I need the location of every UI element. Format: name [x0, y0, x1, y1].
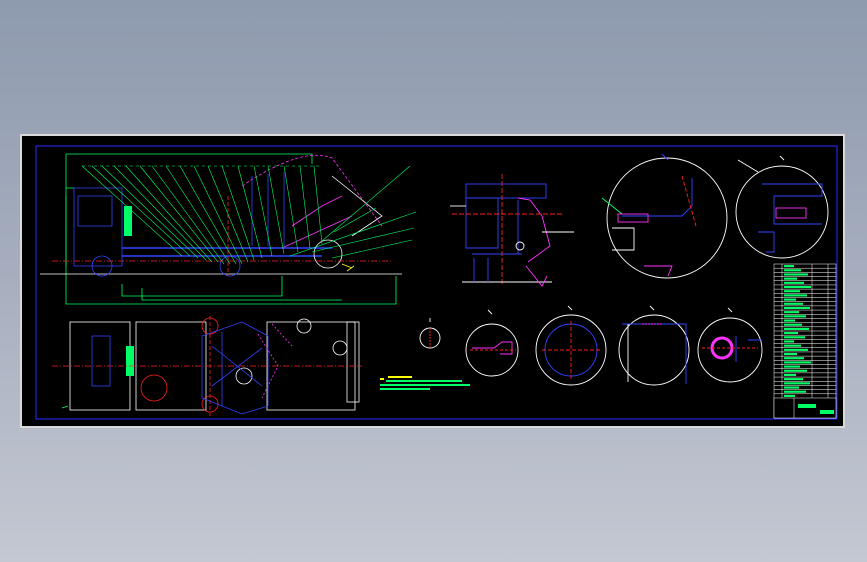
parts-list-entry — [784, 332, 798, 335]
parts-list-entry — [784, 382, 810, 385]
parts-list-entry — [784, 265, 794, 268]
parts-list-entry — [784, 302, 803, 305]
parts-list-entry — [784, 281, 804, 284]
rear-section-view — [450, 174, 574, 287]
technical-notes — [380, 376, 470, 390]
parts-list-entry — [784, 277, 797, 280]
parts-list-entry — [784, 319, 795, 322]
parts-list-entry — [784, 285, 811, 289]
detail-view-e — [535, 305, 607, 386]
parts-list-entry — [784, 336, 805, 339]
parts-list-entry — [784, 352, 797, 356]
plan-view — [52, 316, 362, 416]
parts-list-entry — [784, 361, 811, 364]
detail-view-d — [465, 309, 519, 377]
parts-list-entry — [784, 378, 803, 381]
parts-list-entry — [784, 269, 801, 272]
parts-list-entry — [784, 340, 794, 343]
parts-list-entry — [784, 386, 799, 389]
parts-list-entry — [784, 373, 796, 377]
parts-list-entry — [784, 365, 800, 368]
parts-list-entry — [784, 344, 801, 347]
parts-list-entry — [784, 394, 795, 397]
parts-list-entry — [784, 369, 807, 372]
cad-drawing-canvas — [35, 145, 838, 420]
parts-list-entry — [784, 294, 807, 297]
parts-list-entry — [784, 298, 796, 301]
parts-list-entry — [784, 348, 808, 351]
parts-list-entry — [784, 315, 806, 318]
detail-view-c — [419, 318, 441, 349]
parts-list-entry — [784, 290, 800, 293]
detail-view-b — [735, 155, 829, 259]
parts-list-entry — [784, 323, 802, 326]
parts-list-entry — [784, 327, 809, 330]
parts-list-entry — [784, 357, 804, 360]
drawing-frame — [35, 145, 838, 420]
detail-view-f — [618, 305, 690, 386]
parts-list-entry — [784, 311, 799, 314]
parts-list-entry — [784, 390, 806, 393]
parts-list-entry — [784, 273, 808, 276]
cad-drawing-sheet — [20, 134, 845, 428]
detail-view-a — [601, 153, 728, 279]
title-block — [773, 263, 837, 419]
parts-list-entry — [784, 306, 810, 310]
side-elevation-view — [40, 153, 417, 305]
detail-view-g — [697, 307, 763, 383]
